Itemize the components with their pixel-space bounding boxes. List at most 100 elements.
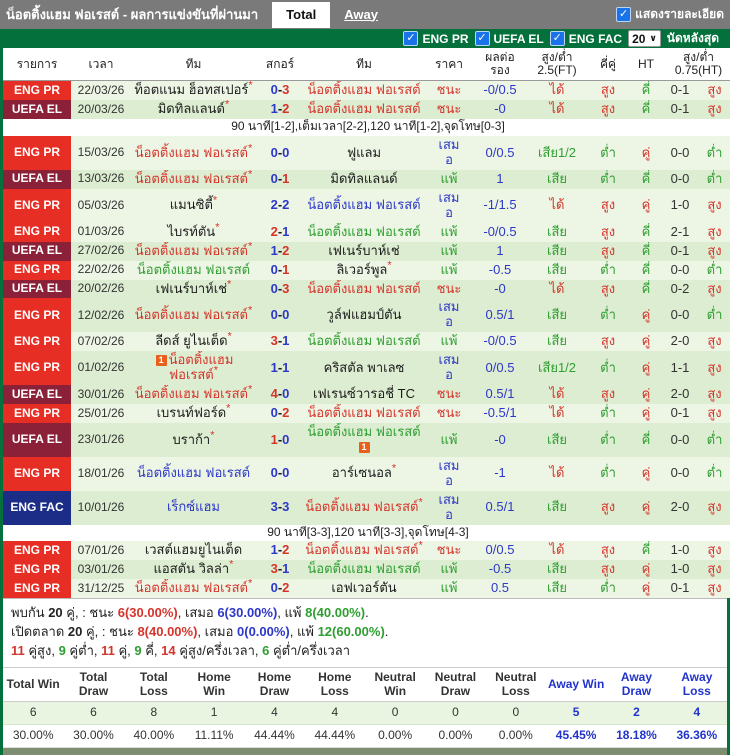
left-team: น็อตติ้งแฮม ฟอเรสต์	[131, 260, 256, 280]
tab-away[interactable]: Away	[330, 2, 392, 28]
eng-pr-label: ENG PR	[422, 31, 469, 46]
full-time-score: 2-1	[256, 222, 304, 242]
stats-cell: 0.00%	[364, 724, 426, 748]
match-count-select[interactable]: 20 ∨	[628, 30, 661, 47]
handicap-line: -0	[474, 423, 526, 457]
full-time-score: 1-0	[256, 423, 304, 457]
left-team: เฟเนร์บาห์เช่*	[131, 279, 256, 299]
match-row: UEFA EL 13/03/26 น็อตติ้งแฮม ฟอเรสต์* 0-1 มิ…	[3, 169, 730, 189]
league-badge: UEFA EL	[3, 279, 71, 299]
match-result: เสม อ	[424, 188, 474, 223]
show-details-label: แสดงรายละเอียด	[635, 7, 724, 21]
summary-line: เปิดตลาด 20 คู่, : ชนะ 8(40.00%), เสมอ 0…	[11, 624, 389, 640]
match-result: แพ้	[424, 579, 474, 599]
half-time-score: 2-0	[664, 332, 696, 352]
uefa-el-checkbox[interactable]: ✓	[474, 31, 490, 46]
left-team: ไบรท์ตัน*	[131, 222, 256, 242]
stats-cell: 44.44%	[304, 724, 365, 748]
half-time-score: 0-1	[664, 80, 696, 101]
overtime-note-text: 90 นาที[1-2],เต็มเวลา[2-2],120 นาที[1-2]…	[3, 119, 730, 137]
over-under-ht: สูง	[696, 222, 730, 242]
full-time-score: 0-1	[256, 169, 304, 189]
match-result: ชนะ	[424, 541, 474, 561]
stats-cell: 40.00%	[123, 724, 184, 748]
column-header: ราคา	[424, 48, 474, 82]
handicap-result: ได้	[526, 100, 588, 120]
match-date: 03/01/26	[71, 560, 131, 580]
match-date: 31/12/25	[71, 579, 131, 599]
match-date: 15/03/26	[71, 136, 131, 170]
eng-pr-checkbox[interactable]: ✓	[403, 31, 419, 46]
right-team: น็อตติ้งแฮม ฟอเรสต์	[304, 560, 424, 580]
left-team: แมนซิตี้*	[131, 188, 256, 223]
half-time-score: 2-0	[664, 490, 696, 525]
red-card-icon: 1	[155, 355, 167, 367]
match-row: ENG FAC 10/01/26 เร็กซ์แฮม 3-3 น็อตติ้งแฮม ฟ…	[3, 490, 730, 525]
over-under-ft: สูง	[588, 80, 628, 101]
match-result: เสม อ	[424, 136, 474, 170]
stats-cell: 8	[123, 701, 184, 726]
handicap-line: -0/0.5	[474, 80, 526, 101]
show-details-checkbox[interactable]: ✓	[616, 7, 632, 22]
over-under-ft: ต่ำ	[588, 169, 628, 189]
eng-fac-checkbox[interactable]: ✓	[549, 31, 565, 46]
half-time-score: 1-1	[664, 351, 696, 386]
handicap-result: เสีย	[526, 560, 588, 580]
uefa-el-label: UEFA EL	[493, 31, 544, 46]
left-team: ท็อตแนม ฮ็อทสเปอร์*	[131, 80, 256, 101]
handicap-line: 0/0.5	[474, 541, 526, 561]
over-under-ft: สูง	[588, 279, 628, 299]
half-time-score: 0-0	[664, 169, 696, 189]
right-team: มิดทิลแลนด์	[304, 169, 424, 189]
left-team: ลีดส์ ยูไนเต็ด*	[131, 332, 256, 352]
overtime-note-text: 90 นาที[3-3],120 นาที[3-3],จุดโทษ[4-3]	[3, 524, 730, 542]
win-draw-loss-table: Total Win Total Draw Total Loss Home Win Hom…	[3, 666, 727, 748]
over-under-ft: สูง	[588, 100, 628, 120]
odd-even: คู่	[628, 404, 664, 424]
match-result: เสม อ	[424, 351, 474, 386]
match-row: ENG PR 03/01/26 แอสตัน วิลล่า* 3-1 น็อตติ้งแ…	[3, 560, 730, 580]
stats-percents-row: 30.00% 30.00% 40.00% 11.11% 44.44% 44.44% 0.00…	[3, 724, 727, 748]
half-time-score: 2-1	[664, 222, 696, 242]
league-badge: ENG PR	[3, 351, 71, 386]
over-under-ht: ต่ำ	[696, 169, 730, 189]
right-team: น็อตติ้งแฮม ฟอเรสต์	[304, 404, 424, 424]
league-badge: UEFA EL	[3, 423, 71, 457]
left-team: มิดทิลแลนด์*	[131, 100, 256, 120]
right-team: เอฟเวอร์ตัน	[304, 579, 424, 599]
match-date: 13/03/26	[71, 169, 131, 189]
table-header-row: รายการ เวลา ทีม สกอร์ ทีม ราคา ผลต่อ รอง สูง/ต่…	[3, 48, 730, 82]
odd-even: คู่	[628, 351, 664, 386]
half-time-score: 0-1	[664, 404, 696, 424]
page-title: น็อตติ้งแฮม ฟอเรสต์ - ผลการแข่งขันที่ผ่า…	[6, 7, 259, 22]
handicap-line: -0	[474, 279, 526, 299]
stats-cell: Neutral Loss	[485, 666, 546, 703]
full-time-score: 0-2	[256, 579, 304, 599]
handicap-result: ได้	[526, 541, 588, 561]
right-team: น็อตติ้งแฮม ฟอเรสต์	[304, 188, 424, 223]
odd-even: คู่	[628, 456, 664, 491]
half-time-score: 2-0	[664, 385, 696, 405]
over-under-ft: สูง	[588, 332, 628, 352]
match-count-value: 20	[632, 31, 646, 46]
stats-cell: 30.00%	[3, 724, 64, 748]
league-badge: ENG PR	[3, 136, 71, 170]
stats-cell: Home Win	[183, 666, 245, 703]
match-date: 18/01/26	[71, 456, 131, 491]
half-time-score: 1-0	[664, 560, 696, 580]
handicap-line: 0.5/1	[474, 385, 526, 405]
half-time-score: 0-1	[664, 100, 696, 120]
match-result: เสม อ	[424, 298, 474, 333]
half-time-score: 0-0	[664, 423, 696, 457]
right-team: คริสตัล พาเลซ	[304, 351, 424, 386]
over-under-ft: ต่ำ	[588, 423, 628, 457]
half-time-score: 1-0	[664, 188, 696, 223]
stats-cell: Total Win	[3, 666, 64, 703]
full-time-score: 0-0	[256, 298, 304, 333]
match-row: ENG PR 31/12/25 น็อตติ้งแฮม ฟอเรสต์* 0-2 เอฟ…	[3, 579, 730, 599]
tab-total[interactable]: Total	[272, 1, 331, 28]
full-time-score: 0-2	[256, 404, 304, 424]
left-team: น็อตติ้งแฮม ฟอเรสต์*	[131, 169, 256, 189]
right-team: วูล์ฟแฮมป์ตัน	[304, 298, 424, 333]
match-date: 07/02/26	[71, 332, 131, 352]
